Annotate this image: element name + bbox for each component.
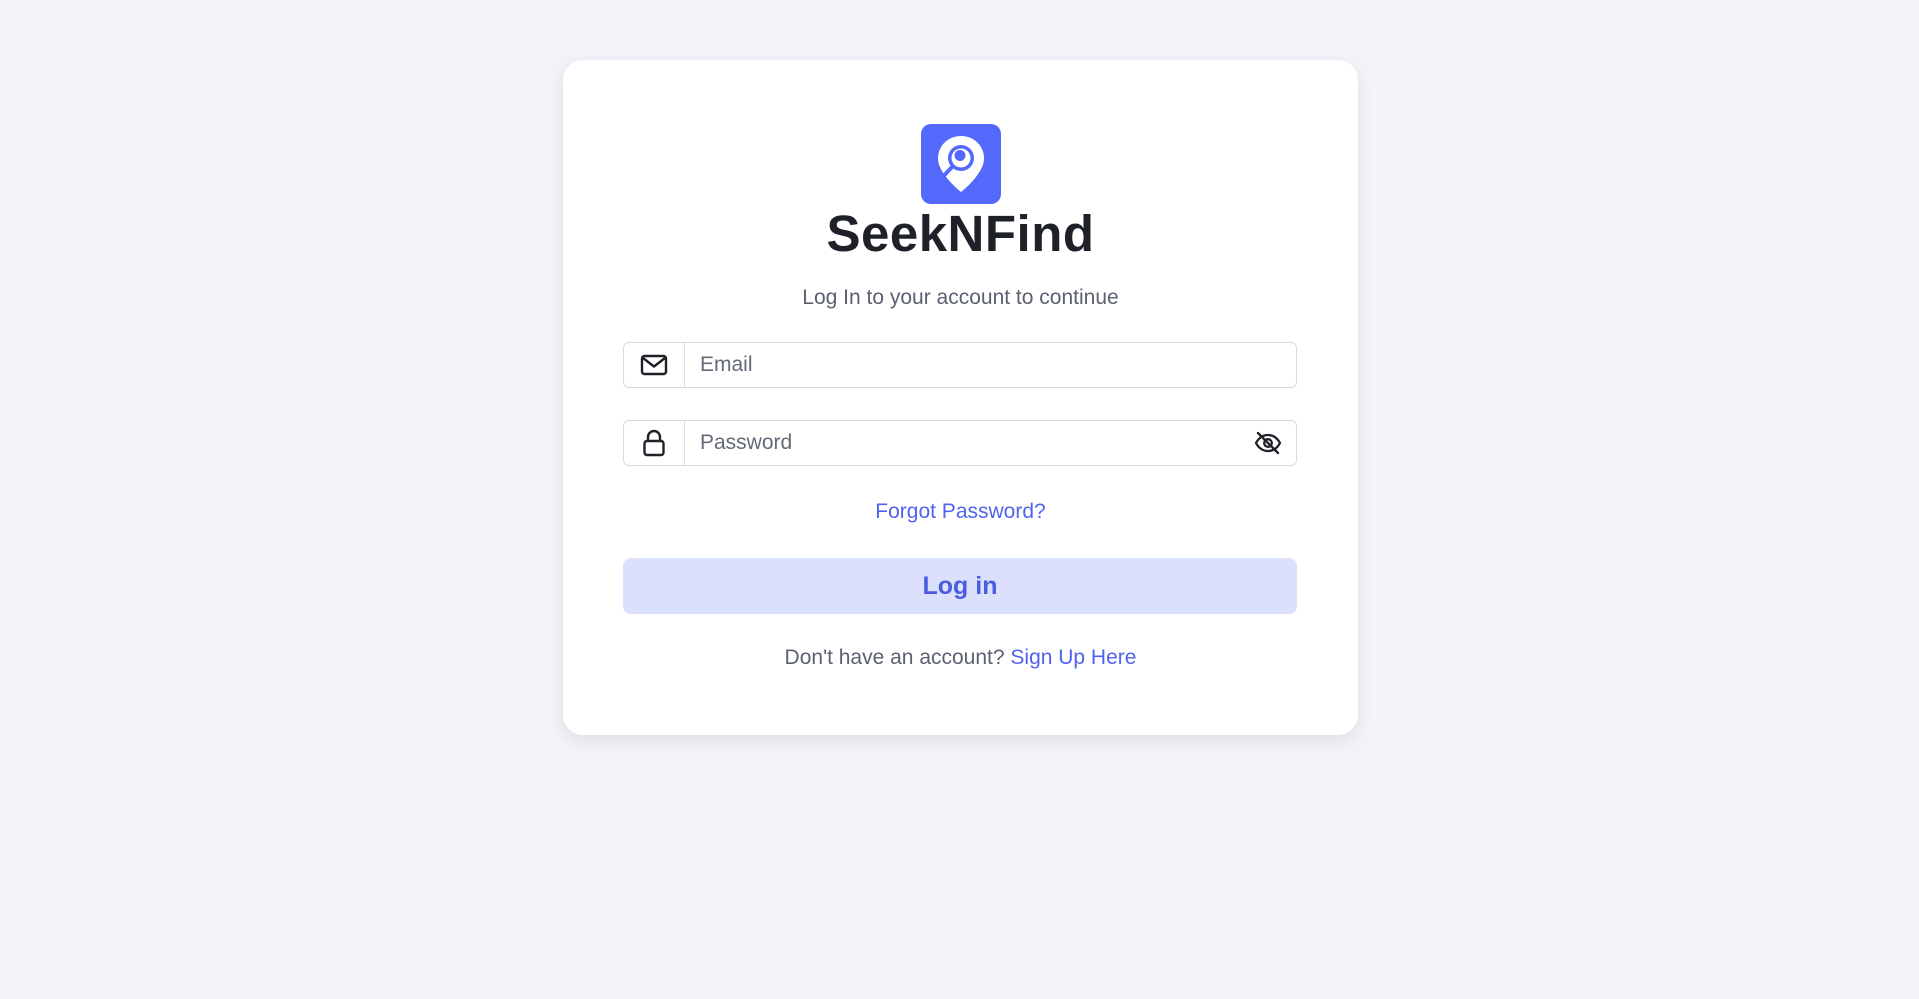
login-subtitle: Log In to your account to continue xyxy=(802,286,1119,309)
email-addon xyxy=(624,343,685,387)
location-pin-search-icon xyxy=(938,136,984,192)
brand-logo xyxy=(921,124,1001,204)
login-card: SeekNFind Log In to your account to cont… xyxy=(563,60,1358,735)
login-button[interactable]: Log in xyxy=(623,558,1297,614)
forgot-password-link[interactable]: Forgot Password? xyxy=(563,500,1358,524)
signup-prompt-text: Don't have an account? xyxy=(784,646,1005,669)
toggle-password-visibility[interactable] xyxy=(1240,421,1296,465)
password-field-group xyxy=(623,420,1297,466)
email-input[interactable] xyxy=(685,343,1296,387)
email-field-group xyxy=(623,342,1297,388)
password-input[interactable] xyxy=(685,421,1240,465)
signup-prompt-line: Don't have an account? Sign Up Here xyxy=(563,646,1358,670)
brand-name: SeekNFind xyxy=(826,205,1095,262)
envelope-icon xyxy=(640,354,668,376)
eye-off-icon xyxy=(1254,431,1282,455)
lock-icon xyxy=(643,429,665,457)
password-addon xyxy=(624,421,685,465)
signup-link[interactable]: Sign Up Here xyxy=(1010,646,1136,669)
